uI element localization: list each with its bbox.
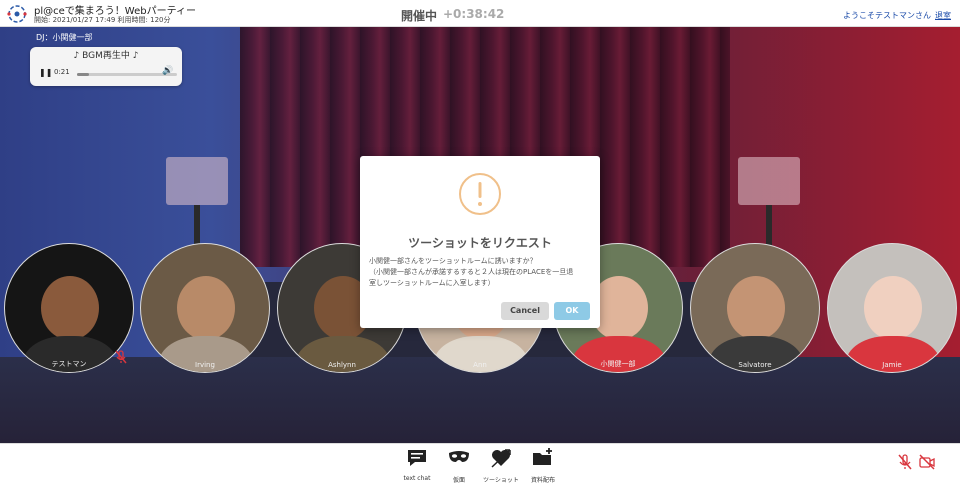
- ok-button[interactable]: OK: [554, 302, 590, 320]
- mask-icon: [449, 451, 469, 462]
- dialog-message-line-1: 小関健一部さんをツーショットルームに誘いますか？: [369, 257, 537, 265]
- text-chat-button[interactable]: text chat: [399, 446, 435, 484]
- tool-label: ツーショット: [483, 477, 519, 484]
- mask-button[interactable]: 仮面: [441, 446, 477, 484]
- tool-label: text chat: [403, 475, 431, 482]
- cancel-button[interactable]: Cancel: [501, 302, 549, 320]
- dialog-title: ツーショットをリクエスト: [408, 236, 552, 250]
- bottom-toolbar: text chat 仮面 ツーショット 資料配布: [0, 443, 960, 484]
- dialog-message-line-2: （小関健一部さんが承諾するすると２人は現在のPLACEを一旦退: [369, 268, 574, 276]
- two-shot-request-dialog: ツーショットをリクエスト 小関健一部さんをツーショットルームに誘いますか？ （小…: [360, 156, 600, 328]
- folder-plus-icon: [533, 448, 552, 465]
- camera-off-toggle-icon[interactable]: [918, 453, 936, 471]
- warning-icon: [459, 173, 501, 215]
- two-shot-button[interactable]: ツーショット: [483, 446, 519, 484]
- dialog-message-line-3: 室しツーショットルームに入室します）: [369, 279, 495, 287]
- file-share-button[interactable]: 資料配布: [525, 446, 561, 484]
- two-shot-icon: [491, 449, 511, 468]
- mic-off-toggle-icon[interactable]: [896, 453, 914, 471]
- chat-icon: [408, 450, 426, 466]
- tool-label: 仮面: [452, 477, 465, 484]
- tool-label: 資料配布: [530, 477, 555, 484]
